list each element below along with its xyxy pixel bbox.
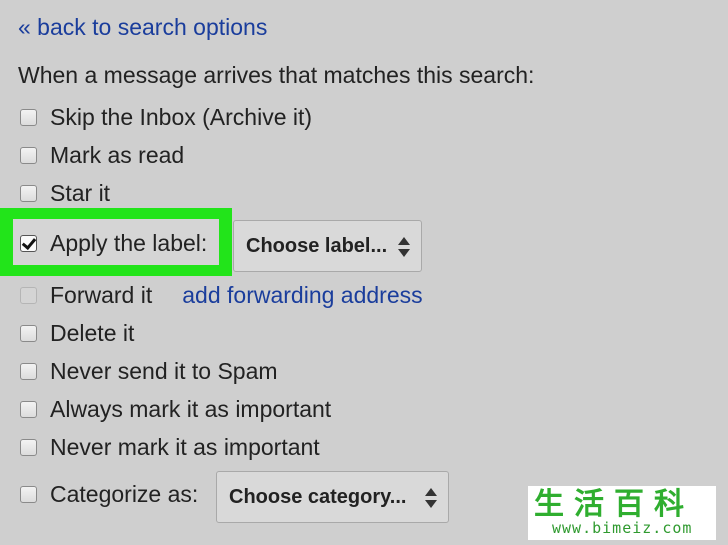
delete-it-checkbox[interactable] [20, 324, 37, 342]
skip-inbox-checkbox[interactable] [20, 108, 37, 126]
option-categorize[interactable]: Categorize as: [20, 477, 198, 511]
watermark-logo: 生 活 百 科 www.bimeiz.com [528, 486, 716, 540]
mark-as-read-checkbox[interactable] [20, 146, 37, 164]
apply-label-checkbox[interactable] [20, 234, 37, 252]
forward-it-label: Forward it [50, 281, 153, 308]
delete-it-label: Delete it [50, 319, 135, 346]
watermark-url: www.bimeiz.com [552, 519, 693, 537]
mark-as-read-label: Mark as read [50, 141, 185, 168]
star-it-label: Star it [50, 179, 111, 206]
option-always-important[interactable]: Always mark it as important [20, 392, 331, 426]
apply-label-label: Apply the label: [50, 229, 208, 256]
select-updown-icon [398, 237, 410, 257]
star-it-checkbox[interactable] [20, 184, 37, 202]
skip-inbox-label: Skip the Inbox (Archive it) [50, 103, 313, 130]
never-important-label: Never mark it as important [50, 433, 320, 460]
option-mark-as-read[interactable]: Mark as read [20, 138, 184, 172]
never-important-checkbox[interactable] [20, 438, 37, 456]
add-forwarding-address-link[interactable]: add forwarding address [182, 282, 422, 309]
choose-category-value: Choose category... [229, 485, 407, 508]
option-delete-it[interactable]: Delete it [20, 316, 134, 350]
always-important-label: Always mark it as important [50, 395, 332, 422]
option-never-spam[interactable]: Never send it to Spam [20, 354, 278, 388]
choose-label-value: Choose label... [246, 234, 388, 257]
choose-category-select[interactable]: Choose category... [216, 471, 449, 523]
filter-intro-text: When a message arrives that matches this… [18, 62, 535, 88]
back-to-search-options-link[interactable]: « back to search options [18, 14, 267, 41]
categorize-label: Categorize as: [50, 480, 199, 507]
option-forward-it[interactable]: Forward it add forwarding address [20, 278, 423, 312]
option-never-important[interactable]: Never mark it as important [20, 430, 320, 464]
option-apply-label[interactable]: Apply the label: [20, 226, 207, 260]
select-updown-icon [425, 488, 437, 508]
option-star-it[interactable]: Star it [20, 176, 110, 210]
choose-label-select[interactable]: Choose label... [233, 220, 422, 272]
categorize-checkbox[interactable] [20, 485, 37, 503]
never-spam-label: Never send it to Spam [50, 357, 278, 384]
forward-it-checkbox[interactable] [20, 286, 37, 304]
always-important-checkbox[interactable] [20, 400, 37, 418]
option-skip-inbox[interactable]: Skip the Inbox (Archive it) [20, 100, 312, 134]
never-spam-checkbox[interactable] [20, 362, 37, 380]
